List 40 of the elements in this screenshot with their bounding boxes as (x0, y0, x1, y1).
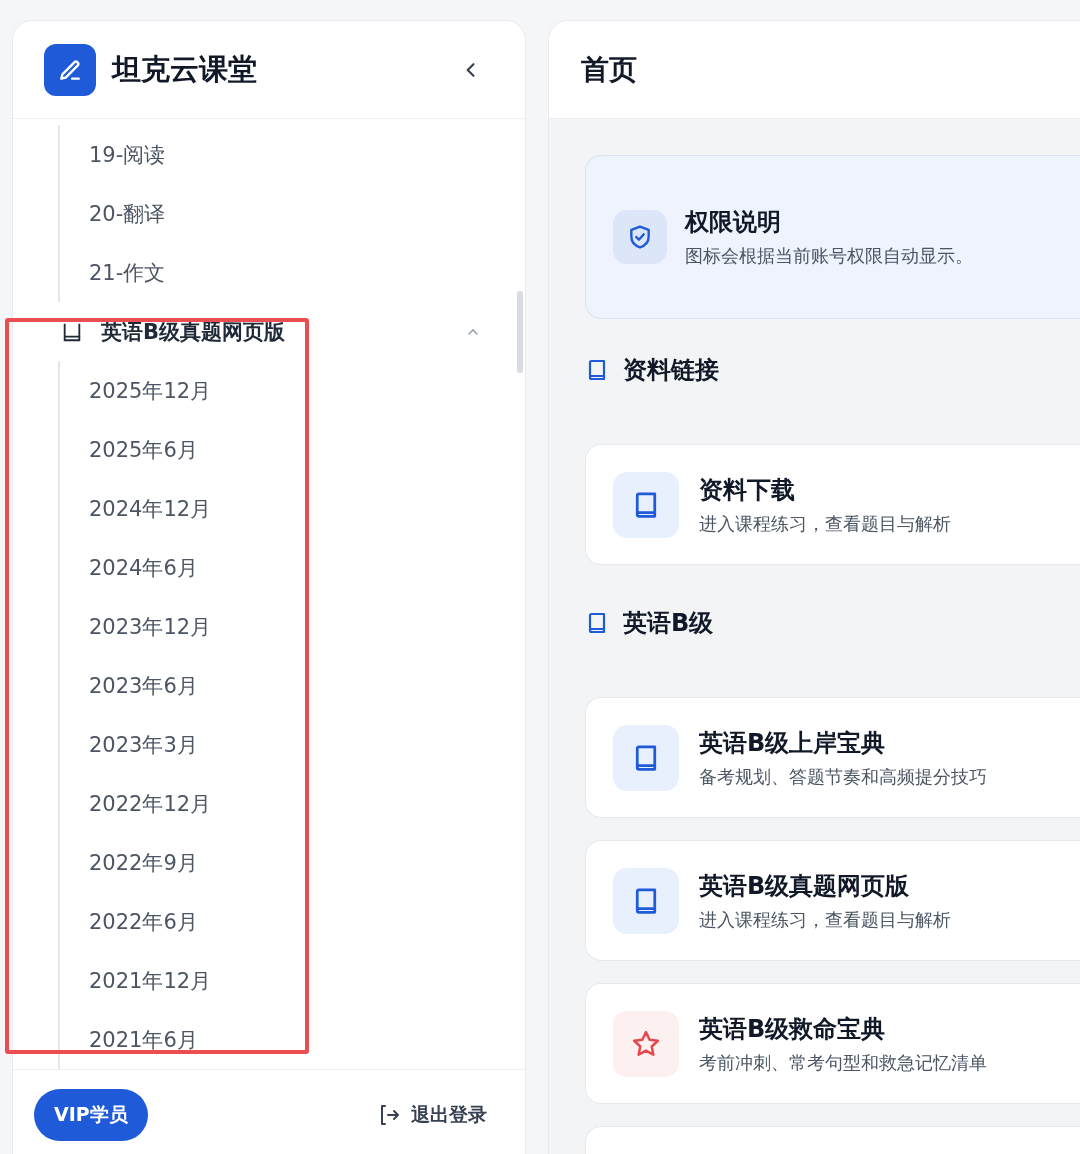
shield-check-icon (627, 224, 653, 250)
nav-item[interactable]: 2024年6月 (60, 538, 525, 597)
card-description: 考前冲刺、常考句型和救急记忆清单 (699, 1050, 987, 1075)
nav-item[interactable]: 2023年6月 (60, 656, 525, 715)
notice-title: 权限说明 (685, 207, 782, 238)
nav-item[interactable]: 2023年3月 (60, 715, 525, 774)
logout-button[interactable]: 退出登录 (377, 1102, 487, 1128)
nav-item[interactable]: 2025年6月 (60, 420, 525, 479)
card-title: 资料下载 (699, 474, 796, 506)
nav-item[interactable]: 2023年12月 (60, 597, 525, 656)
section-heading: 资料链接 (623, 355, 719, 386)
card-title: 英语B级真题网页版 (699, 870, 911, 902)
card-description: 备考规划、答题节奏和高频提分技巧 (699, 764, 987, 789)
nav-item[interactable]: 20-翻译 (60, 184, 525, 243)
nav-item[interactable]: 2022年12月 (60, 774, 525, 833)
scrollbar-thumb[interactable] (517, 291, 523, 373)
card-title: 英语B级上岸宝典 (699, 727, 887, 759)
card-description: 进入课程练习，查看题目与解析 (699, 907, 951, 932)
nav-item[interactable]: 2025年12月 (60, 361, 525, 420)
link-card[interactable]: 英语B级上岸宝典 备考规划、答题节奏和高频提分技巧 (585, 697, 1080, 818)
link-card[interactable]: 资料下载 进入课程练习，查看题目与解析 (585, 444, 1080, 565)
nav-group[interactable]: 英语B级真题网页版 (13, 302, 525, 361)
star-icon (631, 1028, 661, 1059)
logo-icon (44, 43, 96, 96)
link-card[interactable]: 英语B级真题网页版 进入课程练习，查看题目与解析 (585, 840, 1080, 961)
page-title: 首页 (581, 51, 637, 88)
nav-item[interactable]: 19-阅读 (60, 125, 525, 184)
nav-item[interactable]: 21-作文 (60, 243, 525, 302)
nav-item[interactable]: 2022年9月 (60, 833, 525, 892)
card-title: 英语B级救命宝典 (699, 1013, 887, 1045)
nav-item[interactable]: 2024年12月 (60, 479, 525, 538)
card-description: 进入课程练习，查看题目与解析 (699, 511, 951, 536)
nav-item[interactable]: 2021年12月 (60, 951, 525, 1010)
notice-text: 图标会根据当前账号权限自动显示。 (685, 244, 973, 268)
vip-badge: VIP学员 (34, 1089, 148, 1141)
nav-item[interactable]: 2022年6月 (60, 892, 525, 951)
link-card[interactable]: 英语B级救命宝典 考前冲刺、常考句型和救急记忆清单 (585, 983, 1080, 1104)
brand-name: 坦克云课堂 (112, 50, 258, 88)
section-heading: 英语B级 (623, 608, 714, 639)
nav-item[interactable]: 2021年6月 (60, 1010, 525, 1069)
